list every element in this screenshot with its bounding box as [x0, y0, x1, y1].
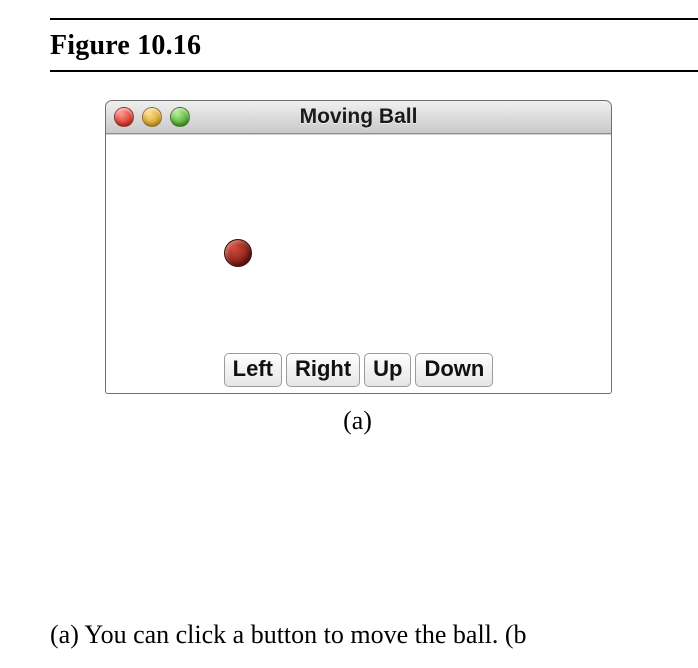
sub-figure-label: (a) — [105, 406, 610, 436]
traffic-lights — [114, 107, 190, 127]
right-button[interactable]: Right — [286, 353, 360, 387]
canvas-area: Left Right Up Down — [106, 134, 611, 393]
ball — [224, 239, 252, 267]
app-window: Moving Ball Left Right Up Down — [105, 100, 612, 394]
figure-label: Figure 10.16 — [50, 30, 698, 62]
rule-bottom — [50, 70, 698, 72]
window-wrapper: Moving Ball Left Right Up Down — [105, 100, 610, 394]
minimize-icon[interactable] — [142, 107, 162, 127]
down-button[interactable]: Down — [415, 353, 493, 387]
figure-page: Figure 10.16 Moving Ball Left Right Up D… — [0, 0, 698, 668]
figure-caption: (a) You can click a button to move the b… — [50, 620, 698, 650]
window-titlebar[interactable]: Moving Ball — [106, 101, 611, 134]
rule-top — [50, 18, 698, 20]
button-row: Left Right Up Down — [106, 353, 611, 387]
left-button[interactable]: Left — [224, 353, 282, 387]
up-button[interactable]: Up — [364, 353, 411, 387]
zoom-icon[interactable] — [170, 107, 190, 127]
close-icon[interactable] — [114, 107, 134, 127]
